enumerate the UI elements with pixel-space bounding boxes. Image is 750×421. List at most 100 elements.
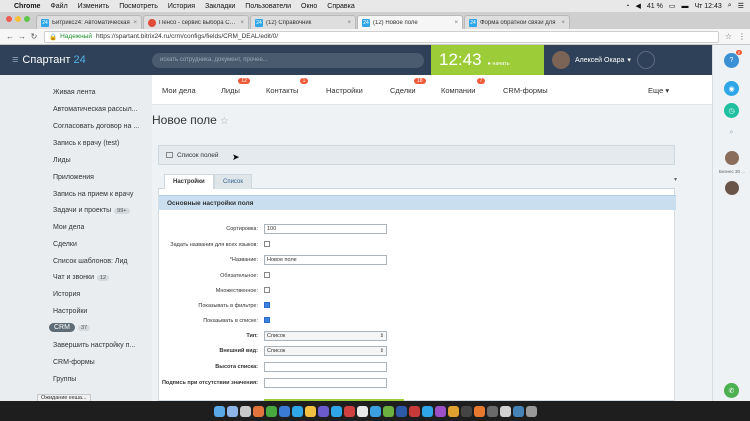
type-select[interactable]: Список ⇕ bbox=[264, 331, 387, 341]
browser-menu-icon[interactable]: ⋮ bbox=[738, 32, 746, 41]
sidebar-item[interactable]: Согласовать договор на ... bbox=[53, 123, 139, 130]
top-menu-item[interactable]: Лиды 12 bbox=[221, 78, 250, 95]
empty-caption-input[interactable] bbox=[264, 378, 387, 388]
wifi-icon[interactable]: ◔ bbox=[625, 3, 629, 10]
volume-icon[interactable]: ◀ bbox=[635, 2, 640, 10]
contact-avatar[interactable] bbox=[725, 151, 739, 165]
workday-start-link[interactable]: ● начать bbox=[488, 61, 510, 67]
dock-app-icon[interactable] bbox=[512, 405, 524, 417]
browser-tab-active[interactable]: 24 (12) Новое поле × bbox=[357, 15, 463, 29]
top-menu-item[interactable]: Сделки 18 bbox=[390, 78, 426, 95]
view-select[interactable]: Список ⇕ bbox=[264, 346, 387, 356]
tab-close-icon[interactable]: × bbox=[347, 20, 351, 26]
browser-tab[interactable]: Пенсо - сервис выбора CRM × bbox=[143, 15, 249, 29]
notifications-icon[interactable]: ☰ bbox=[738, 2, 744, 10]
dock-app-icon[interactable] bbox=[278, 405, 290, 417]
dock-app-icon[interactable] bbox=[447, 405, 459, 417]
sidebar-item-crm-active[interactable]: CRM 37 bbox=[49, 323, 91, 332]
timeman-icon[interactable]: ◷ bbox=[724, 103, 739, 118]
dock-app-icon[interactable] bbox=[226, 405, 238, 417]
dock-app-icon[interactable] bbox=[486, 405, 498, 417]
menu-users[interactable]: Пользователи bbox=[245, 3, 291, 10]
back-icon[interactable]: ← bbox=[4, 32, 16, 41]
sidebar-item[interactable]: Запись к врачу (test) bbox=[53, 140, 119, 147]
user-menu[interactable]: Алексей Окара ▾ bbox=[552, 51, 655, 69]
menu-file[interactable]: Файл bbox=[50, 3, 67, 10]
dock-app-icon[interactable] bbox=[330, 405, 342, 417]
dock-app-icon[interactable] bbox=[473, 405, 485, 417]
url-field[interactable]: 🔒 Надежный https://spartant.bitrix24.ru/… bbox=[44, 30, 719, 43]
tab-settings[interactable]: Настройки bbox=[164, 174, 214, 189]
flag-icon[interactable]: ▬ bbox=[681, 3, 688, 10]
dock-app-icon[interactable] bbox=[408, 405, 420, 417]
multiple-checkbox[interactable] bbox=[264, 287, 270, 293]
top-menu-item[interactable]: Мои дела bbox=[162, 86, 196, 95]
dock-app-icon[interactable] bbox=[369, 405, 381, 417]
search-icon[interactable]: ⌕ bbox=[724, 125, 739, 140]
dock-app-icon[interactable] bbox=[421, 405, 433, 417]
dock-app-icon[interactable] bbox=[239, 405, 251, 417]
notifications-bell-icon[interactable]: ◉ bbox=[724, 81, 739, 96]
reload-icon[interactable]: ↻ bbox=[28, 32, 40, 41]
favorite-star-icon[interactable]: ☆ bbox=[220, 116, 229, 127]
top-menu-item[interactable]: Контакты 1 bbox=[266, 78, 309, 95]
sort-input[interactable]: 100 bbox=[264, 224, 387, 234]
dock-app-icon[interactable] bbox=[525, 405, 537, 417]
dock-app-icon[interactable] bbox=[382, 405, 394, 417]
tab-list[interactable]: Список bbox=[214, 174, 252, 189]
all-lang-checkbox[interactable] bbox=[264, 241, 270, 247]
sidebar-item[interactable]: Приложения bbox=[53, 174, 94, 181]
minimize-window-icon[interactable] bbox=[15, 16, 21, 22]
browser-tab[interactable]: 24 Битрикс24: Автоматическая × bbox=[36, 15, 142, 29]
tab-close-icon[interactable]: × bbox=[133, 20, 137, 26]
contact-avatar[interactable] bbox=[725, 181, 739, 195]
sidebar-item[interactable]: Завершить настройку п... bbox=[53, 342, 135, 349]
tab-close-icon[interactable]: × bbox=[561, 20, 565, 26]
sidebar-item[interactable]: Мои дела bbox=[53, 224, 84, 231]
menu-view[interactable]: Посмотреть bbox=[119, 3, 158, 10]
required-checkbox[interactable] bbox=[264, 272, 270, 278]
tab-close-icon[interactable]: × bbox=[454, 20, 458, 26]
sidebar-item[interactable]: Запись на прием к врачу bbox=[53, 191, 133, 198]
sidebar-item[interactable]: Автоматическая рассыл... bbox=[53, 106, 138, 113]
close-window-icon[interactable] bbox=[6, 16, 12, 22]
dock-app-icon[interactable] bbox=[317, 405, 329, 417]
top-menu-item[interactable]: Настройки bbox=[326, 86, 363, 95]
show-list-checkbox[interactable] bbox=[264, 317, 270, 323]
chevron-down-icon[interactable]: ▾ bbox=[674, 176, 677, 183]
sidebar-item[interactable]: Чат и звонки 12 bbox=[53, 274, 110, 281]
menu-edit[interactable]: Изменить bbox=[78, 3, 110, 10]
menu-help[interactable]: Справка bbox=[327, 3, 354, 10]
sidebar-item[interactable]: История bbox=[53, 291, 80, 298]
sidebar-item[interactable]: Сделки bbox=[53, 241, 77, 248]
dock-app-icon[interactable] bbox=[356, 405, 368, 417]
dock-app-icon[interactable] bbox=[265, 405, 277, 417]
help-button[interactable]: ? 2 bbox=[724, 50, 742, 68]
dock-app-icon[interactable] bbox=[460, 405, 472, 417]
portal-search-input[interactable]: искать сотрудника, документ, прочее... bbox=[152, 52, 424, 68]
dock-app-icon[interactable] bbox=[252, 405, 264, 417]
sidebar-item[interactable]: Группы bbox=[53, 376, 76, 383]
spotlight-icon[interactable]: ⌕ bbox=[728, 2, 732, 10]
top-menu-item[interactable]: CRM-формы bbox=[503, 86, 548, 95]
height-input[interactable] bbox=[264, 362, 387, 372]
sidebar-item[interactable]: Лиды bbox=[53, 157, 71, 164]
menu-history[interactable]: История bbox=[168, 3, 195, 10]
sidebar-item[interactable]: Задачи и проекты 99+ bbox=[53, 207, 130, 214]
menu-window[interactable]: Окно bbox=[301, 3, 317, 10]
sidebar-item[interactable]: Живая лента bbox=[53, 89, 96, 96]
dock-app-icon[interactable] bbox=[291, 405, 303, 417]
status-ring-icon[interactable] bbox=[636, 51, 655, 69]
dock-app-icon[interactable] bbox=[499, 405, 511, 417]
sidebar-item[interactable]: Настройки bbox=[53, 308, 87, 315]
sidebar-item[interactable]: Список шаблонов: Лид bbox=[53, 258, 127, 265]
forward-icon[interactable]: → bbox=[16, 32, 28, 41]
menu-app-name[interactable]: Chrome bbox=[14, 3, 40, 10]
top-menu-item[interactable]: Компании 7 bbox=[441, 78, 486, 95]
dock-app-icon[interactable] bbox=[343, 405, 355, 417]
battery-text[interactable]: 41 % bbox=[647, 3, 663, 10]
dock-app-icon[interactable] bbox=[213, 405, 225, 417]
dock-app-icon[interactable] bbox=[304, 405, 316, 417]
dock-app-icon[interactable] bbox=[395, 405, 407, 417]
dock-app-icon[interactable] bbox=[434, 405, 446, 417]
